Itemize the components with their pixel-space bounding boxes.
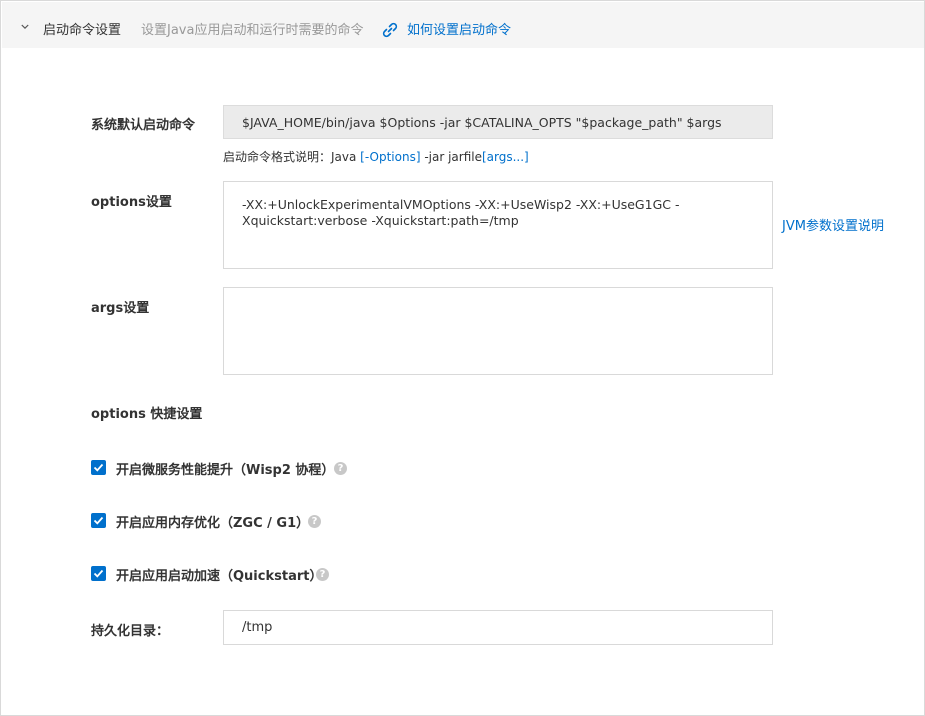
question-icon[interactable]: ? — [334, 462, 347, 475]
args-label: args设置 — [91, 301, 150, 316]
link-icon[interactable] — [381, 21, 399, 39]
check-icon — [93, 569, 104, 578]
zgc-label: 开启应用内存优化（ZGC / G1） — [116, 516, 310, 531]
check-icon — [93, 463, 104, 472]
question-icon[interactable]: ? — [316, 568, 329, 581]
check-icon — [93, 516, 104, 525]
settings-panel: 启动命令设置 设置Java应用启动和运行时需要的命令 如何设置启动命令 系统默认… — [0, 0, 925, 716]
default-command-field: $JAVA_HOME/bin/java $Options -jar $CATAL… — [223, 105, 773, 139]
options-label: options设置 — [91, 195, 172, 210]
default-command-value: $JAVA_HOME/bin/java $Options -jar $CATAL… — [242, 115, 722, 130]
section-description: 设置Java应用启动和运行时需要的命令 — [141, 23, 364, 38]
persist-dir-label: 持久化目录： — [91, 624, 170, 639]
format-hint-middle: -jar jarfile — [420, 150, 482, 164]
chevron-down-icon[interactable] — [21, 23, 29, 31]
quickstart-label: 开启应用启动加速（Quickstart） — [116, 569, 323, 584]
options-value: -XX:+UnlockExperimentalVMOptions -XX:+Us… — [242, 197, 680, 228]
format-args-link: [args...] — [481, 150, 529, 164]
quick-settings-label: options 快捷设置 — [91, 407, 203, 422]
persist-dir-value: /tmp — [242, 620, 273, 635]
args-textarea[interactable] — [223, 287, 773, 375]
options-textarea[interactable]: -XX:+UnlockExperimentalVMOptions -XX:+Us… — [223, 181, 773, 269]
format-hint: 启动命令格式说明：Java [-Options] -jar jarfile[ar… — [223, 148, 529, 165]
wisp2-checkbox[interactable] — [91, 460, 106, 475]
format-hint-prefix: 启动命令格式说明：Java — [223, 150, 361, 164]
wisp2-label: 开启微服务性能提升（Wisp2 协程） — [116, 463, 335, 478]
format-options-link: [-Options] — [360, 150, 421, 164]
quickstart-checkbox[interactable] — [91, 566, 106, 581]
zgc-checkbox[interactable] — [91, 513, 106, 528]
jvm-settings-link[interactable]: JVM参数设置说明 — [782, 215, 884, 234]
section-title: 启动命令设置 — [43, 23, 122, 38]
persist-dir-input[interactable]: /tmp — [223, 610, 773, 645]
section-header[interactable]: 启动命令设置 设置Java应用启动和运行时需要的命令 如何设置启动命令 — [2, 2, 924, 48]
how-to-set-command-link[interactable]: 如何设置启动命令 — [407, 19, 511, 38]
question-icon[interactable]: ? — [308, 515, 321, 528]
default-command-label: 系统默认启动命令 — [91, 118, 196, 133]
